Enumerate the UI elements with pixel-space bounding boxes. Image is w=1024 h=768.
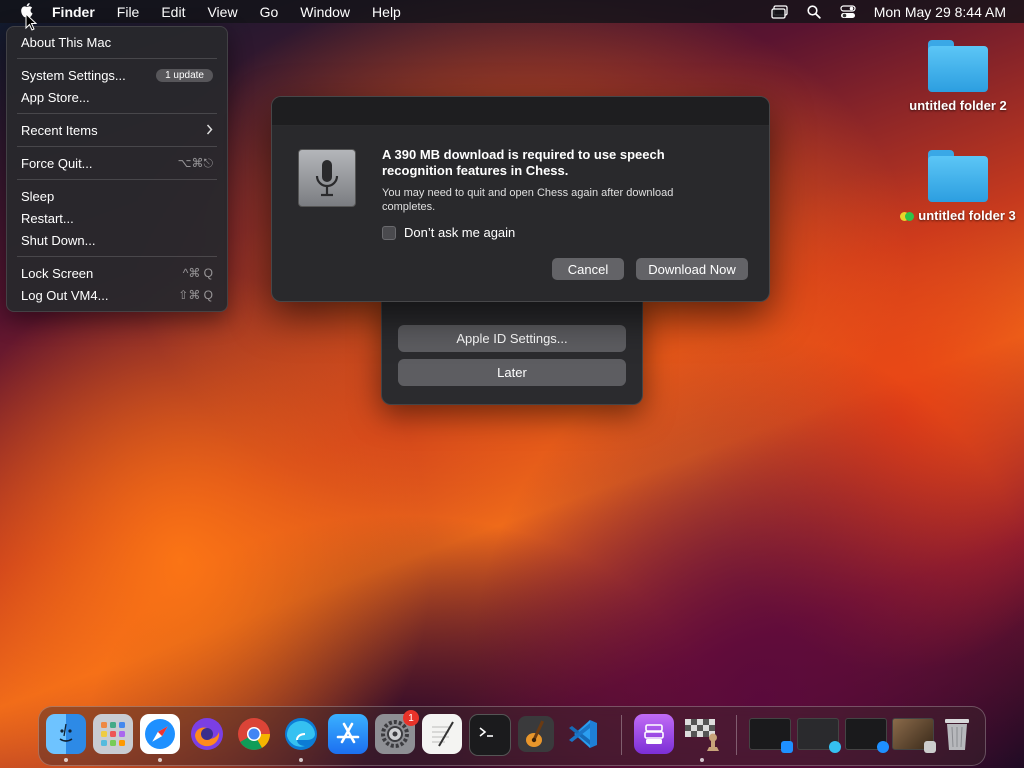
menu-item-label: Recent Items: [21, 122, 98, 138]
finder-icon[interactable]: [46, 714, 86, 754]
green-tag-icon: [905, 212, 915, 222]
dock-separator: [736, 715, 737, 755]
menu-item-label: Lock Screen: [21, 265, 94, 281]
edge-badge-icon: [829, 741, 841, 753]
menu-bar: Finder File Edit View Go Window Help Mon…: [0, 0, 1024, 23]
menu-separator: [17, 113, 217, 114]
menu-separator: [17, 256, 217, 257]
desktop-folder[interactable]: untitled folder 2: [898, 40, 1018, 113]
menu-window[interactable]: Window: [300, 4, 350, 20]
folder-icon: [928, 150, 988, 202]
dialog-message: You may need to quit and open Chess agai…: [382, 187, 674, 213]
menu-item-label: Shut Down...: [21, 232, 96, 248]
dont-ask-checkbox[interactable]: [382, 225, 396, 240]
menu-item-force-quit[interactable]: Force Quit... ⌥⌘⎋: [21, 153, 213, 173]
menu-item-system-settings[interactable]: System Settings... 1 update: [21, 65, 213, 85]
folder-label: untitled folder 2: [909, 98, 1007, 113]
menu-item-label: Force Quit...: [21, 155, 93, 171]
desktop-folder[interactable]: untitled folder 3: [898, 150, 1018, 223]
menu-item-label: App Store...: [21, 89, 90, 105]
chevron-right-icon: [206, 123, 213, 138]
running-indicator: [299, 758, 303, 762]
minimized-window[interactable]: [845, 718, 889, 753]
menu-separator: [17, 146, 217, 147]
menu-edit[interactable]: Edit: [161, 4, 185, 20]
menu-item-lock-screen[interactable]: Lock Screen ^⌘ Q: [21, 263, 213, 283]
running-indicator: [64, 758, 68, 762]
control-center-icon[interactable]: [838, 4, 858, 19]
search-icon[interactable]: [804, 4, 824, 19]
menu-item-label: Log Out VM4...: [21, 287, 109, 303]
folder-label: untitled folder 3: [918, 208, 1016, 223]
app-store-icon[interactable]: [328, 714, 368, 754]
menu-go[interactable]: Go: [260, 4, 279, 20]
menu-item-about[interactable]: About This Mac: [21, 32, 213, 52]
garageband-icon[interactable]: [516, 714, 556, 754]
menu-item-restart[interactable]: Restart...: [21, 208, 213, 228]
textedit-icon[interactable]: [422, 714, 462, 754]
podcasts-icon[interactable]: [634, 714, 674, 754]
running-indicator: [700, 758, 704, 762]
edge-icon[interactable]: [281, 714, 321, 754]
chrome-icon[interactable]: [234, 714, 274, 754]
download-now-button[interactable]: Download Now: [636, 258, 748, 280]
menu-item-label: Restart...: [21, 210, 74, 226]
chess-badge-icon: [924, 741, 936, 753]
cancel-button[interactable]: Cancel: [552, 258, 624, 280]
menu-item-app-store[interactable]: App Store...: [21, 87, 213, 107]
shortcut-label: ^⌘ Q: [182, 266, 213, 280]
running-indicator: [158, 758, 162, 762]
menu-item-shut-down[interactable]: Shut Down...: [21, 230, 213, 250]
later-button[interactable]: Later: [398, 359, 626, 386]
menu-item-log-out[interactable]: Log Out VM4... ⇧⌘ Q: [21, 285, 213, 305]
update-badge: 1 update: [156, 68, 213, 82]
menu-separator: [17, 58, 217, 59]
vscode-icon[interactable]: [563, 714, 603, 754]
screen-mirroring-icon[interactable]: [770, 4, 790, 19]
dialog-titlebar: [272, 97, 769, 126]
minimized-window[interactable]: [892, 718, 936, 753]
menu-help[interactable]: Help: [372, 4, 401, 20]
finder-badge-icon: [781, 741, 793, 753]
shortcut-label: ⇧⌘ Q: [178, 288, 213, 302]
dock-separator: [621, 715, 622, 755]
system-settings-icon[interactable]: 1: [375, 710, 419, 754]
launchpad-icon[interactable]: [93, 714, 133, 754]
dont-ask-checkbox-row[interactable]: Don’t ask me again: [382, 225, 515, 240]
terminal-icon[interactable]: [469, 714, 511, 756]
folder-icon: [928, 40, 988, 92]
checkbox-label: Don’t ask me again: [404, 225, 516, 240]
apple-menu-dropdown: About This Mac System Settings... 1 upda…: [6, 26, 228, 312]
minimized-window[interactable]: [749, 718, 793, 753]
menu-bar-clock[interactable]: Mon May 29 8:44 AM: [874, 4, 1006, 20]
notification-badge: 1: [403, 710, 419, 726]
dock: 1: [38, 706, 986, 766]
menu-file[interactable]: File: [117, 4, 140, 20]
chess-icon[interactable]: [682, 714, 722, 754]
menu-item-recent-items[interactable]: Recent Items: [21, 120, 213, 140]
apple-id-dialog: Apple ID Settings... Later: [381, 290, 643, 405]
safari-icon[interactable]: [140, 714, 180, 754]
minimized-window[interactable]: [797, 718, 841, 753]
menu-app-name[interactable]: Finder: [52, 4, 95, 20]
shortcut-label: ⌥⌘⎋: [177, 155, 213, 170]
dialog-title: A 390 MB download is required to use spe…: [382, 147, 665, 178]
apple-id-settings-button[interactable]: Apple ID Settings...: [398, 325, 626, 352]
mouse-cursor-icon: [25, 12, 38, 36]
firefox-icon[interactable]: [187, 714, 227, 754]
microphone-icon: [298, 149, 356, 207]
safari-badge-icon: [877, 741, 889, 753]
menu-separator: [17, 179, 217, 180]
trash-icon[interactable]: [937, 714, 977, 754]
menu-view[interactable]: View: [207, 4, 237, 20]
menu-item-label: About This Mac: [21, 34, 112, 50]
menu-item-label: System Settings...: [21, 67, 126, 83]
menu-item-label: Sleep: [21, 188, 55, 204]
speech-download-dialog: A 390 MB download is required to use spe…: [271, 96, 770, 302]
menu-item-sleep[interactable]: Sleep: [21, 186, 213, 206]
